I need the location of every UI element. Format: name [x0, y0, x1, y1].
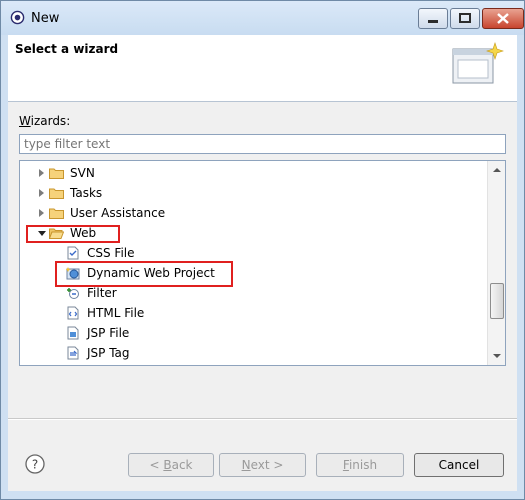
tree-item-label: JSP Tag [87, 346, 130, 360]
page-title: Select a wizard [15, 42, 119, 56]
tree-item-label: SVN [70, 166, 95, 180]
wizards-label-mnemonic: W [19, 114, 31, 128]
wizard-window: New Select a wizard Wizards: SVN [0, 0, 525, 500]
next-button[interactable]: Next > [219, 453, 306, 477]
back-button-label: ack [171, 458, 193, 472]
finish-button[interactable]: Finish [316, 453, 404, 477]
eclipse-app-icon [10, 10, 25, 25]
scrollbar-thumb[interactable] [490, 283, 504, 319]
expand-arrow-icon[interactable] [39, 209, 44, 217]
vertical-scrollbar[interactable] [487, 161, 505, 365]
svg-text:?: ? [32, 458, 38, 472]
wizard-tree[interactable]: SVN Tasks User Assistance Web CSS File D… [19, 160, 506, 366]
jsp-file-icon [67, 326, 79, 340]
back-button[interactable]: < Back [128, 453, 214, 477]
dynamic-web-project-highlight-box [55, 261, 233, 287]
back-button-mnemonic: B [163, 458, 172, 472]
title-bar[interactable]: New [1, 1, 524, 35]
tree-item-label: Filter [87, 286, 117, 300]
close-button[interactable] [482, 8, 524, 29]
wizard-body: Wizards: SVN Tasks User Assistance W [8, 102, 517, 491]
expand-arrow-icon[interactable] [39, 169, 44, 177]
folder-icon [49, 168, 64, 179]
wizards-label-text: izards: [30, 114, 71, 128]
tree-item-label: CSS File [87, 246, 135, 260]
maximize-button[interactable] [450, 8, 480, 29]
tree-item-label: HTML File [87, 306, 145, 320]
folder-icon [49, 208, 64, 219]
cancel-button-label: Cancel [438, 458, 480, 472]
wizard-banner-icon [452, 42, 504, 84]
scroll-up-arrow-icon[interactable] [493, 168, 501, 172]
next-button-mnemonic: N [241, 458, 251, 472]
cancel-button[interactable]: Cancel [414, 453, 504, 477]
css-file-icon [67, 246, 79, 260]
tree-item-label: User Assistance [70, 206, 166, 220]
folder-icon [49, 188, 64, 199]
filter-icon [67, 288, 79, 299]
tree-item-label: Tasks [70, 186, 103, 200]
html-file-icon [67, 306, 79, 320]
jsp-tag-icon [67, 346, 79, 360]
minimize-button[interactable] [418, 8, 448, 29]
next-button-label: ext > [250, 458, 284, 472]
maximize-icon [459, 13, 471, 23]
back-button-prefix: < [149, 458, 164, 472]
help-icon[interactable]: ? [25, 454, 45, 474]
wizards-label: Wizards: [19, 114, 70, 128]
wizard-header: Select a wizard [8, 35, 517, 102]
button-bar-divider [8, 418, 517, 420]
scroll-down-arrow-icon[interactable] [493, 354, 501, 358]
expand-arrow-icon[interactable] [39, 189, 44, 197]
finish-button-label: inish [348, 458, 378, 472]
minimize-icon [428, 20, 438, 23]
tree-item-label: JSP File [87, 326, 130, 340]
window-title: New [31, 11, 60, 26]
web-highlight-box [26, 225, 120, 243]
close-icon [497, 13, 509, 24]
filter-input[interactable] [19, 134, 506, 154]
